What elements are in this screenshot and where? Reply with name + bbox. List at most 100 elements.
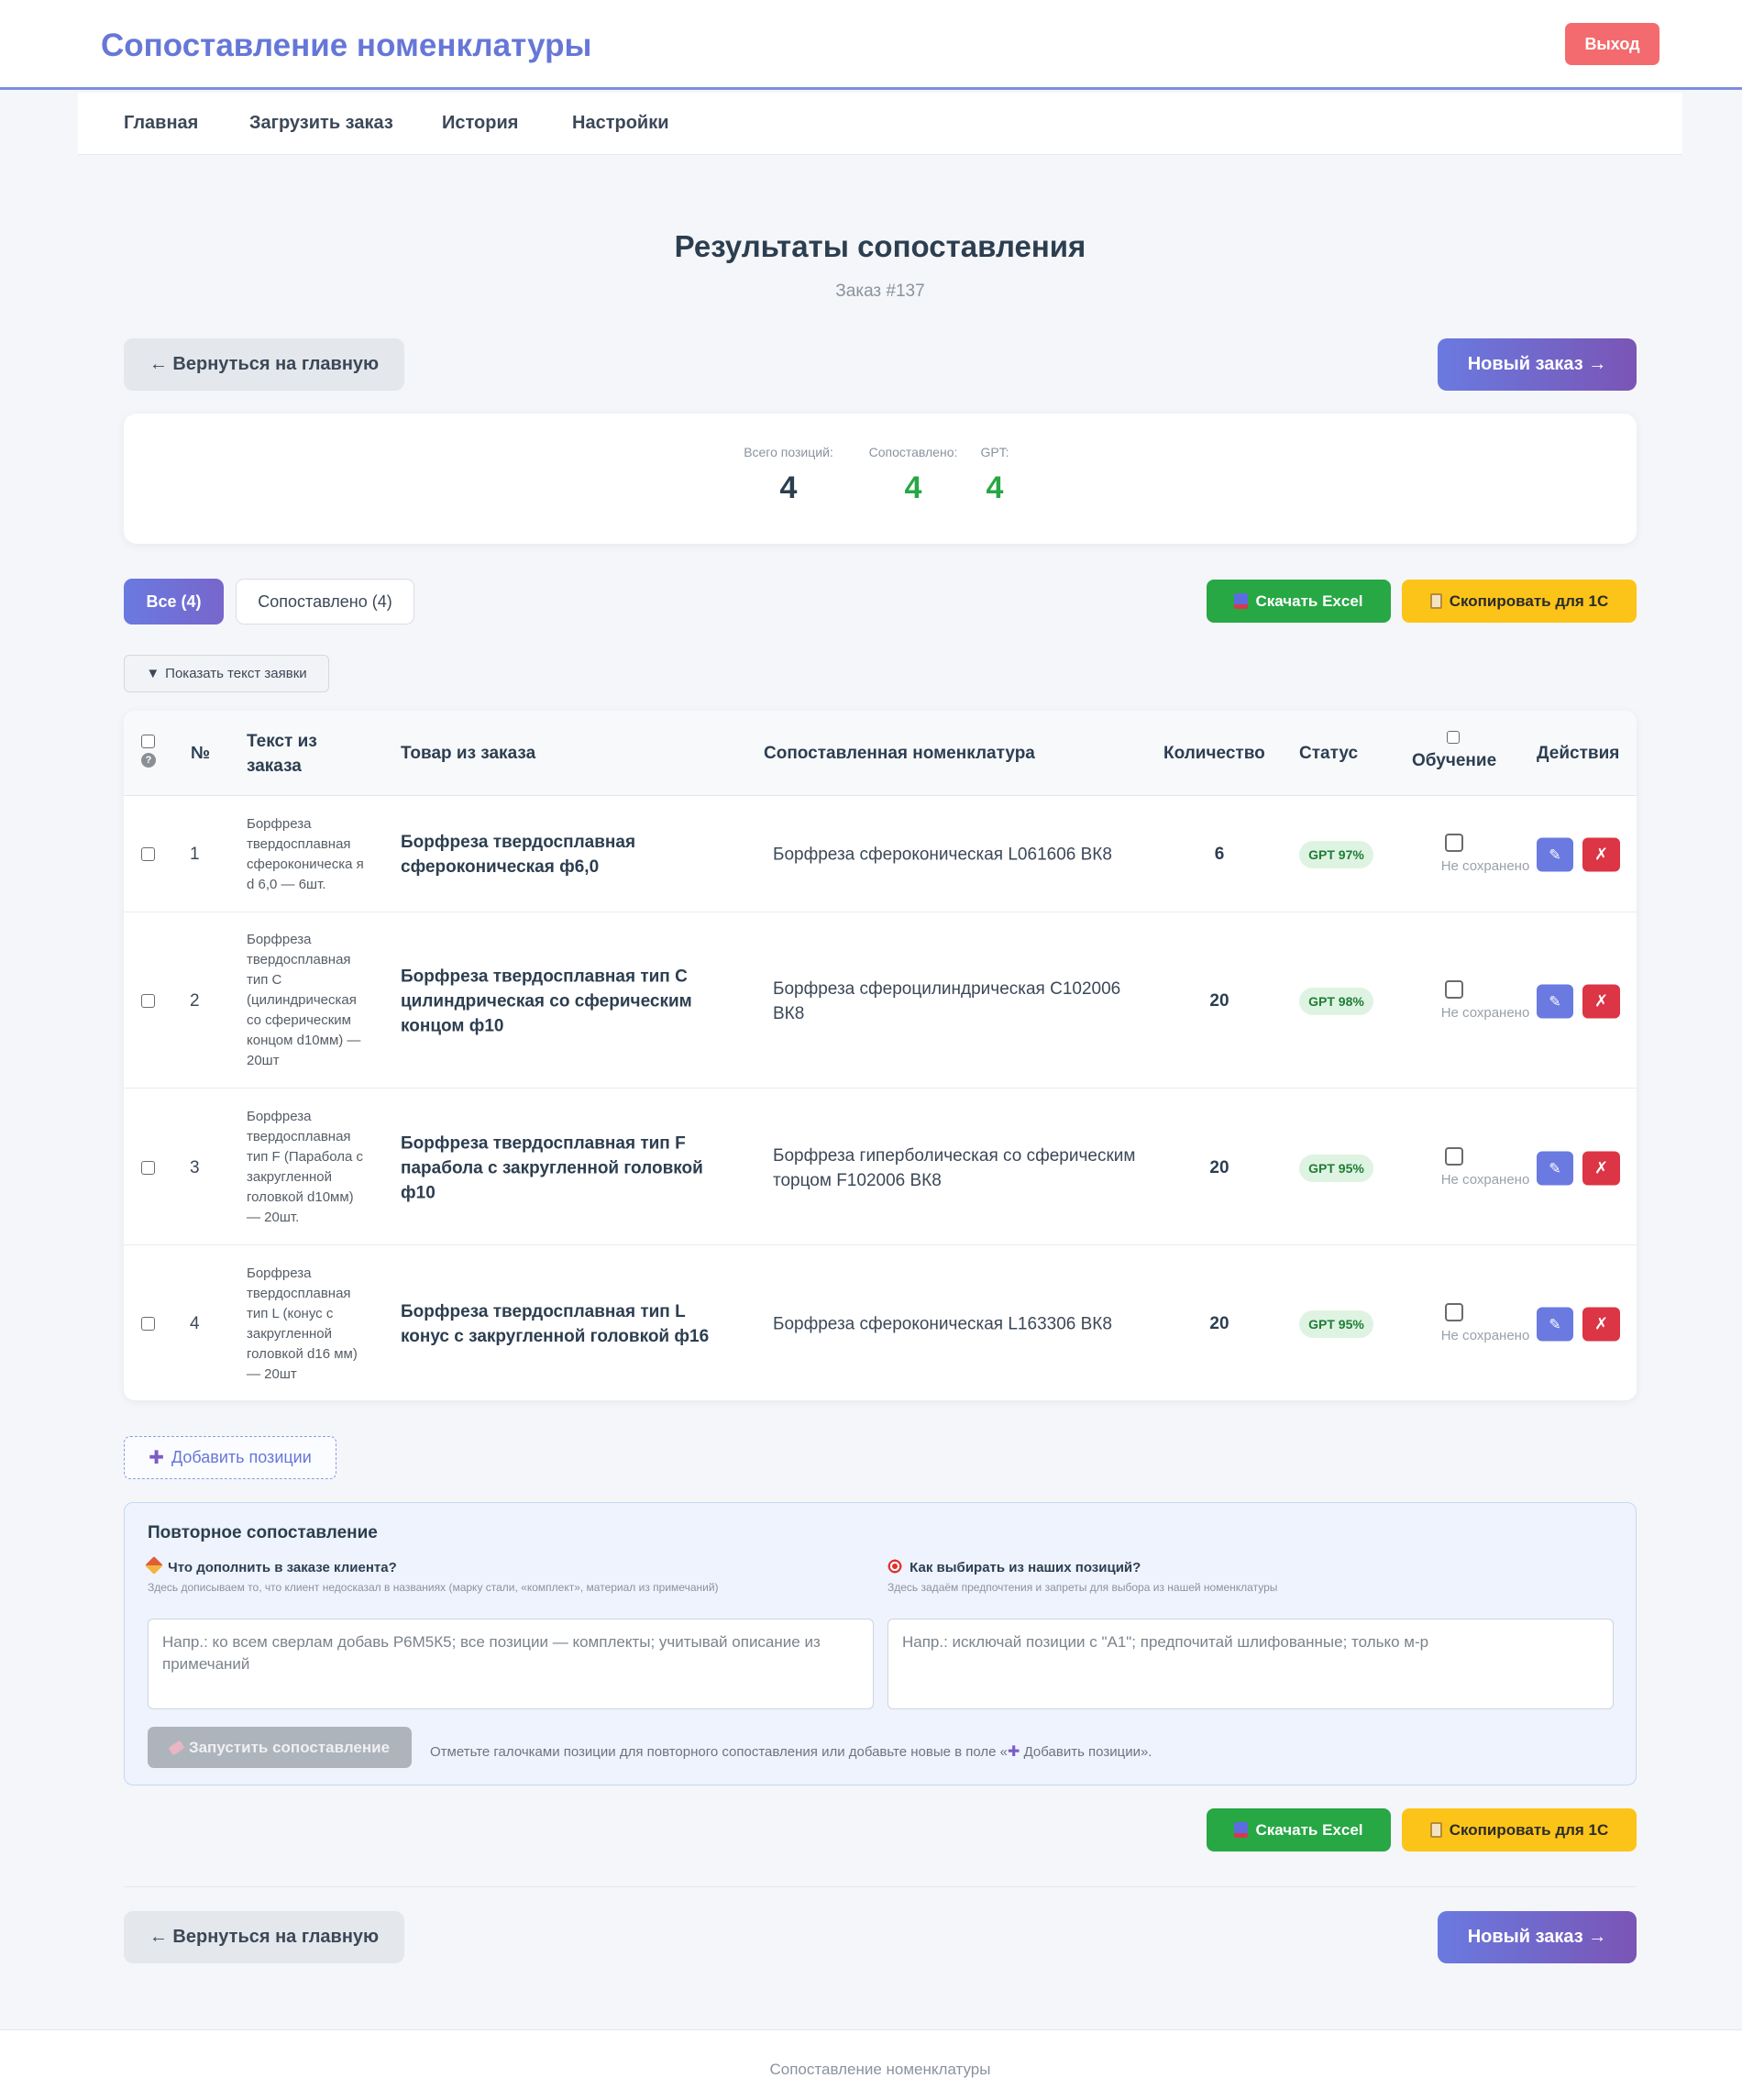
col-status: Статус (1299, 744, 1359, 763)
download-excel-button-bottom[interactable]: Скачать Excel (1207, 1808, 1391, 1851)
stat-matched-label: Сопоставлено: (868, 445, 958, 459)
row-qty: 20 (1209, 991, 1229, 1011)
show-order-text-toggle[interactable]: ▼ Показать текст заявки (124, 655, 329, 692)
edit-button[interactable]: ✎ (1537, 1151, 1573, 1186)
page-title: Результаты сопоставления (674, 229, 1086, 263)
row-source-text: Борфреза твердосплавная тип С (цилиндрич… (247, 932, 361, 1068)
stat-total: Всего позиций: 4 (738, 445, 839, 506)
table-row: 3 Борфреза твердосплавная тип F (Парабол… (124, 1089, 1637, 1245)
row-order-item: Борфреза твердосплавная тип L конус с за… (401, 1302, 710, 1346)
nav-item-settings[interactable]: Настройки (572, 113, 669, 134)
edit-button[interactable]: ✎ (1537, 837, 1573, 872)
table-row: 1 Борфреза твердосплавная сфероконическа… (124, 796, 1637, 912)
row-source-text: Борфреза твердосплавная сфероконическа я… (247, 816, 364, 892)
stat-total-label: Всего позиций: (744, 445, 833, 459)
filter-matched-tab[interactable]: Сопоставлено (4) (236, 579, 414, 624)
row-checkbox[interactable] (141, 1317, 155, 1331)
nav-item-history[interactable]: История (442, 113, 518, 134)
delete-button[interactable]: ✗ (1582, 1151, 1620, 1186)
help-icon[interactable]: ? (141, 753, 156, 768)
row-source-text: Борфреза твердосплавная тип F (Парабола … (247, 1109, 364, 1225)
row-num: 1 (190, 845, 200, 864)
client-additions-label: Что дополнить в заказе клиента? (145, 1556, 397, 1575)
row-matched-item[interactable]: Борфреза сфероцилиндрическая С102006 ВК8 (773, 977, 1140, 1026)
stat-matched-value: 4 (904, 470, 922, 505)
delete-button[interactable]: ✗ (1582, 984, 1620, 1019)
rematch-note: Отметьте галочками позиции для повторног… (430, 1742, 1152, 1761)
stat-gpt-label: GPT: (980, 445, 1009, 459)
plus-icon: ✚ (1008, 1744, 1020, 1760)
back-home-button-bottom[interactable]: ← Вернуться на главную (124, 1911, 404, 1963)
training-checkbox[interactable] (1445, 980, 1463, 999)
status-badge: GPT 97% (1299, 841, 1373, 868)
training-all-checkbox[interactable] (1447, 731, 1460, 744)
new-order-button-bottom[interactable]: Новый заказ → (1438, 1911, 1637, 1963)
rematch-note-suffix: Добавить позиции». (1020, 1744, 1152, 1760)
row-matched-item[interactable]: Борфреза сфероконическая L163306 ВК8 (773, 1312, 1140, 1337)
copy-1c-button-bottom[interactable]: Скопировать для 1С (1402, 1808, 1637, 1851)
copy-1c-button[interactable]: Скопировать для 1С (1402, 580, 1637, 623)
stat-gpt-value: 4 (986, 470, 1004, 505)
client-additions-input[interactable]: Напр.: ко всем сверлам добавь Р6М5К5; вс… (148, 1619, 874, 1709)
selection-rules-hint: Здесь задаём предпочтения и запреты для … (888, 1581, 1278, 1594)
rematch-note-prefix: Отметьте галочками позиции для повторног… (430, 1744, 1009, 1760)
run-matching-label: Запустить сопоставление (188, 1738, 391, 1756)
app-title[interactable]: Сопоставление номенклатуры (101, 28, 591, 64)
row-matched-item[interactable]: Борфреза сфероконическая L061606 ВК8 (773, 843, 1140, 868)
excel-icon (1234, 593, 1249, 609)
row-checkbox[interactable] (141, 847, 155, 861)
training-checkbox[interactable] (1445, 1303, 1463, 1321)
filter-all-tab[interactable]: Все (4) (124, 579, 224, 624)
results-table: ? № Текст из заказа Товар из заказа Сопо… (124, 711, 1637, 1400)
excel-icon (1234, 1822, 1249, 1838)
row-num: 4 (190, 1314, 200, 1333)
order-number: Заказ #137 (835, 282, 925, 301)
row-checkbox[interactable] (141, 1161, 155, 1175)
clipboard-icon (1429, 593, 1442, 609)
row-qty: 6 (1214, 845, 1225, 864)
nav-item-upload[interactable]: Загрузить заказ (249, 113, 393, 134)
col-order-item: Товар из заказа (401, 744, 536, 763)
row-checkbox[interactable] (141, 994, 155, 1008)
select-all-checkbox[interactable] (141, 735, 155, 748)
nav-item-home[interactable]: Главная (124, 113, 198, 134)
selection-rules-input[interactable]: Напр.: исключай позиции с "А1"; предпочи… (888, 1619, 1614, 1709)
triangle-down-icon: ▼ (146, 666, 160, 681)
new-order-button[interactable]: Новый заказ → (1438, 338, 1637, 391)
table-header: ? № Текст из заказа Товар из заказа Сопо… (124, 711, 1637, 796)
delete-button[interactable]: ✗ (1582, 837, 1620, 872)
row-order-item: Борфреза твердосплавная тип F парабола с… (401, 1133, 703, 1203)
download-excel-button[interactable]: Скачать Excel (1207, 580, 1391, 623)
training-checkbox[interactable] (1445, 1147, 1463, 1166)
col-actions: Действия (1537, 744, 1620, 763)
edit-button[interactable]: ✎ (1537, 984, 1573, 1019)
row-num: 2 (190, 991, 200, 1011)
status-badge: GPT 95% (1299, 1155, 1373, 1182)
top-bar: Сопоставление номенклатуры Выход (0, 0, 1742, 90)
row-order-item: Борфреза твердосплавная тип С цилиндриче… (401, 967, 692, 1036)
col-training: Обучение (1412, 751, 1497, 770)
download-excel-label: Скачать Excel (1255, 591, 1363, 610)
stat-gpt: GPT: 4 (967, 445, 1022, 506)
training-checkbox[interactable] (1445, 834, 1463, 852)
selection-rules-label: Как выбирать из наших позиций? (888, 1559, 1141, 1575)
add-positions-label: Добавить позиции (171, 1448, 312, 1466)
col-source-text: Текст из заказа (247, 732, 317, 776)
delete-button[interactable]: ✗ (1582, 1307, 1620, 1342)
logout-button[interactable]: Выход (1565, 23, 1659, 65)
add-positions-button[interactable]: ✚ Добавить позиции (124, 1436, 336, 1479)
client-additions-hint: Здесь дописываем то, что клиент недосказ… (148, 1581, 719, 1594)
footer-text: Сопоставление номенклатуры (769, 2061, 991, 2078)
back-home-button[interactable]: ← Вернуться на главную (124, 338, 404, 391)
edit-button[interactable]: ✎ (1537, 1307, 1573, 1342)
row-num: 3 (190, 1158, 200, 1177)
pencil-icon (145, 1556, 163, 1575)
table-row: 4 Борфреза твердосплавная тип L (конус с… (124, 1245, 1637, 1400)
table-row: 2 Борфреза твердосплавная тип С (цилиндр… (124, 912, 1637, 1089)
row-matched-item[interactable]: Борфреза гиперболическая со сферическим … (773, 1144, 1140, 1193)
status-badge: GPT 98% (1299, 988, 1373, 1015)
eraser-icon (168, 1740, 185, 1755)
row-qty: 20 (1209, 1158, 1229, 1177)
run-matching-button[interactable]: Запустить сопоставление (148, 1727, 412, 1768)
row-source-text: Борфреза твердосплавная тип L (конус с з… (247, 1266, 358, 1382)
